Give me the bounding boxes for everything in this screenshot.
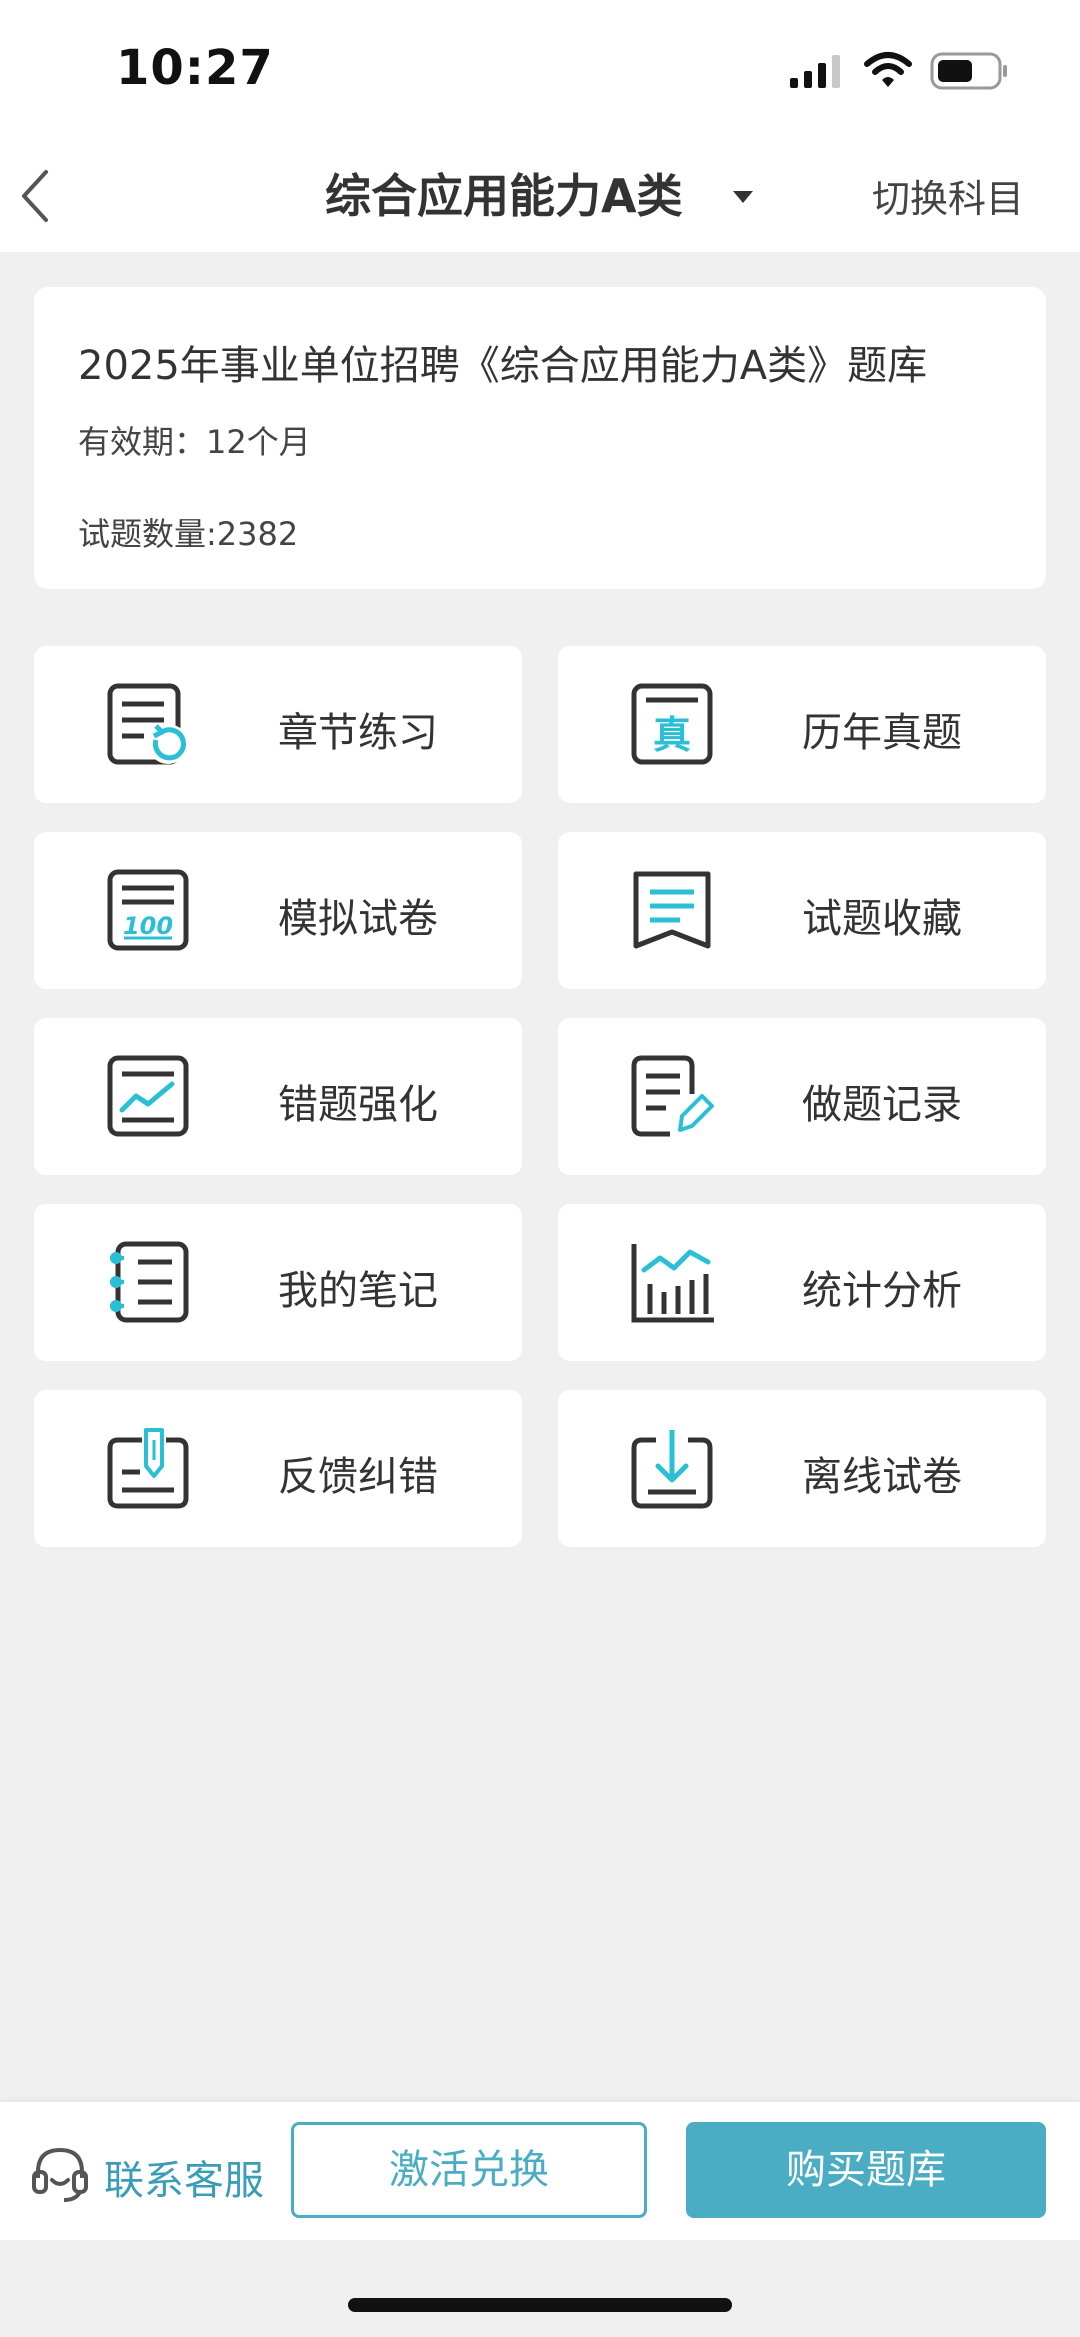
menu-label: 我的笔记 (278, 1268, 438, 1314)
chevron-left-icon[interactable] (14, 166, 54, 226)
menu-label: 离线试卷 (802, 1454, 962, 1500)
caret-down-icon[interactable] (732, 190, 754, 204)
menu-chapter-practice[interactable]: 章节练习 (34, 646, 522, 803)
menu-practice-record[interactable]: 做题记录 (558, 1018, 1046, 1175)
feedback-icon (107, 1428, 189, 1509)
favorites-icon (633, 871, 711, 949)
past-exams-icon: 真 (631, 683, 713, 765)
contact-label: 联系客服 (104, 2158, 264, 2204)
battery-icon (930, 52, 1007, 90)
menu-past-exams[interactable]: 真 历年真题 (558, 646, 1046, 803)
menu-offline-download[interactable]: 离线试卷 (558, 1390, 1046, 1547)
practice-record-icon (631, 1055, 714, 1137)
menu-label: 统计分析 (802, 1268, 962, 1314)
wrong-questions-icon (107, 1055, 189, 1137)
header-area: 10:27 综合应用能力A类 切换科目 (0, 0, 1080, 252)
chapter-practice-icon (107, 683, 188, 765)
bottom-action-bar: 联系客服 激活兑换 购买题库 (0, 2102, 1080, 2240)
menu-wrong-questions[interactable]: 错题强化 (34, 1018, 522, 1175)
menu-label: 历年真题 (802, 710, 962, 756)
menu-mock-paper[interactable]: 100 模拟试卷 (34, 832, 522, 989)
menu-label: 做题记录 (802, 1082, 962, 1128)
statistics-icon (631, 1244, 714, 1323)
menu-label: 模拟试卷 (278, 896, 438, 942)
svg-text:真: 真 (653, 713, 691, 757)
menu-favorites[interactable]: 试题收藏 (558, 832, 1046, 989)
svg-text:100: 100 (123, 912, 173, 940)
activate-redeem-button[interactable]: 激活兑换 (291, 2122, 647, 2218)
menu-notes[interactable]: 我的笔记 (34, 1204, 522, 1361)
menu-label: 试题收藏 (802, 896, 962, 942)
offline-download-icon (631, 1430, 713, 1509)
bank-title: 2025年事业单位招聘《综合应用能力A类》题库 (78, 343, 928, 389)
menu-statistics[interactable]: 统计分析 (558, 1204, 1046, 1361)
switch-subject-button[interactable]: 切换科目 (872, 168, 1024, 223)
signal-icon (790, 55, 840, 88)
question-bank-info-card: 2025年事业单位招聘《综合应用能力A类》题库 有效期：12个月 试题数量:23… (34, 287, 1046, 589)
headset-icon (32, 2147, 88, 2202)
menu-label: 反馈纠错 (278, 1454, 438, 1500)
validity-period: 有效期：12个月 (78, 423, 311, 461)
wifi-icon (864, 52, 912, 87)
mock-paper-icon: 100 (107, 869, 189, 951)
menu-label: 章节练习 (278, 710, 438, 756)
home-indicator (348, 2298, 732, 2312)
status-time: 10:27 (116, 40, 274, 96)
subject-title[interactable]: 综合应用能力A类 (325, 160, 683, 226)
notes-icon (110, 1241, 189, 1323)
question-count: 试题数量:2382 (78, 515, 299, 553)
menu-label: 错题强化 (278, 1082, 438, 1128)
buy-question-bank-button[interactable]: 购买题库 (686, 2122, 1046, 2218)
menu-feedback[interactable]: 反馈纠错 (34, 1390, 522, 1547)
